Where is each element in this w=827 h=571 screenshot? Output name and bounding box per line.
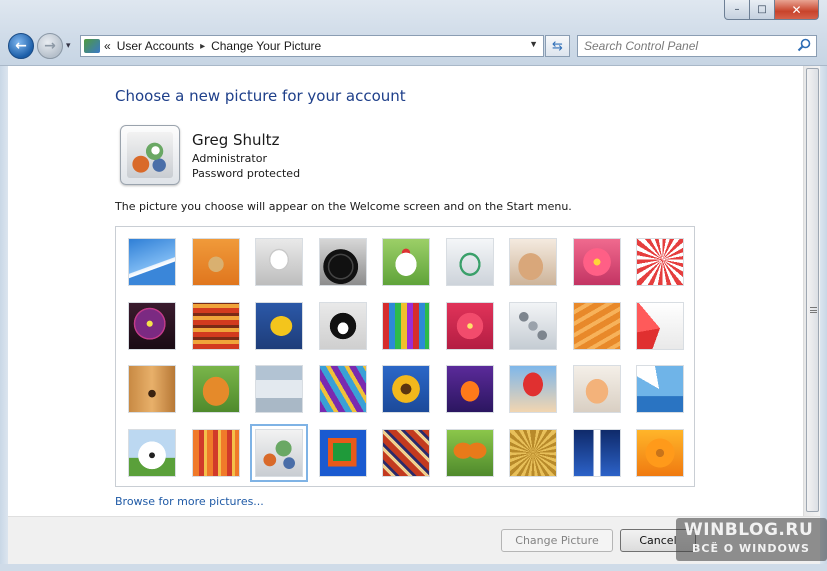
picture-dog[interactable] xyxy=(318,301,367,350)
picture-soccer-ball[interactable] xyxy=(128,428,176,477)
picture-star[interactable] xyxy=(445,301,494,350)
scroll-thumb[interactable] xyxy=(806,68,819,512)
password-status: Password protected xyxy=(192,167,301,180)
maximize-button[interactable]: □ xyxy=(750,0,775,20)
page-title: Choose a new picture for your account xyxy=(115,87,406,105)
picture-jacks[interactable] xyxy=(509,301,557,350)
picture-sailboat[interactable] xyxy=(636,365,684,413)
picture-ball[interactable] xyxy=(128,301,176,350)
scroll-grip-icon xyxy=(810,307,817,313)
picture-crayons[interactable] xyxy=(382,301,430,350)
picture-list[interactable] xyxy=(115,226,695,487)
window-frame-bottom xyxy=(0,564,827,571)
user-role: Administrator xyxy=(192,152,267,165)
vertical-scrollbar[interactable] xyxy=(803,66,820,516)
recent-pages-dropdown[interactable]: ▾ xyxy=(66,41,71,51)
picture-lighthouse[interactable] xyxy=(572,428,621,477)
forward-button[interactable]: → xyxy=(37,33,63,59)
picture-pink-flower[interactable] xyxy=(572,238,621,286)
picture-leaf[interactable] xyxy=(255,301,303,350)
minimize-button[interactable]: – xyxy=(724,0,750,20)
picture-window[interactable] xyxy=(318,428,367,477)
picture-kitten[interactable] xyxy=(509,238,557,286)
picture-grid xyxy=(128,238,688,482)
picture-roller-coaster[interactable] xyxy=(128,238,176,286)
watermark-subtitle: ВСЁ О WINDOWS xyxy=(692,542,810,555)
picture-sunflower[interactable] xyxy=(382,365,430,413)
watermark-logo: WINBLOG.RU ВСЁ О WINDOWS xyxy=(676,518,827,561)
picture-paper-crane[interactable] xyxy=(636,301,684,350)
search-input[interactable]: Search Control Panel xyxy=(577,35,817,57)
current-picture-frame xyxy=(120,125,180,185)
address-dropdown-icon[interactable]: ▼ xyxy=(529,39,538,49)
picture-butterfly[interactable] xyxy=(445,428,494,477)
picture-clownfish[interactable] xyxy=(445,365,494,413)
current-picture xyxy=(127,132,173,178)
picture-stairs[interactable] xyxy=(572,301,621,350)
caption-buttons: – □ ✕ xyxy=(724,0,819,20)
breadcrumb-separator-icon[interactable]: ▸ xyxy=(200,41,205,52)
watermark-title: WINBLOG.RU xyxy=(684,520,814,540)
window-frame-right xyxy=(820,66,827,571)
picture-hot-air-balloon[interactable] xyxy=(509,365,557,413)
picture-description: The picture you choose will appear on th… xyxy=(115,200,572,213)
picture-fabric-stripes[interactable] xyxy=(191,428,240,477)
close-button[interactable]: ✕ xyxy=(775,0,819,20)
window-titlebar: – □ ✕ ← → ▾ « User Accounts ▸ Change You… xyxy=(0,0,827,66)
change-picture-button[interactable]: Change Picture xyxy=(501,529,613,552)
back-button[interactable]: ← xyxy=(8,33,34,59)
picture-ferris-wheel[interactable] xyxy=(636,238,684,286)
picture-guitar[interactable] xyxy=(128,365,176,413)
user-name: Greg Shultz xyxy=(192,131,280,149)
address-overflow-icon[interactable]: « xyxy=(104,39,111,53)
picture-starfish[interactable] xyxy=(191,238,240,286)
search-icon[interactable] xyxy=(797,38,811,52)
picture-gyroscope[interactable] xyxy=(445,238,494,286)
breadcrumb-change-your-picture[interactable]: Change Your Picture xyxy=(211,39,321,53)
picture-weave[interactable] xyxy=(509,428,557,477)
picture-rug[interactable] xyxy=(382,428,430,477)
picture-lucky-cat[interactable] xyxy=(382,238,430,286)
search-placeholder: Search Control Panel xyxy=(584,39,699,53)
content-area: Choose a new picture for your account Gr… xyxy=(8,66,803,516)
picture-sari[interactable] xyxy=(318,365,367,413)
address-bar[interactable]: « User Accounts ▸ Change Your Picture ▼ xyxy=(80,35,544,57)
window-frame-left xyxy=(0,66,8,571)
breadcrumb-user-accounts[interactable]: User Accounts xyxy=(117,39,194,53)
refresh-button[interactable]: ⇆ xyxy=(545,35,570,57)
picture-turntable[interactable] xyxy=(318,238,367,286)
picture-pomeranian[interactable] xyxy=(191,365,240,413)
picture-daisy[interactable] xyxy=(636,428,684,477)
picture-fabric[interactable] xyxy=(191,301,240,350)
picture-tin-robot[interactable] xyxy=(255,365,303,413)
browse-more-pictures-link[interactable]: Browse for more pictures... xyxy=(115,495,264,508)
navigation-buttons: ← → ▾ xyxy=(8,32,71,60)
picture-marbles[interactable] xyxy=(250,423,308,482)
picture-robot-toy[interactable] xyxy=(255,238,303,286)
user-accounts-icon xyxy=(84,39,100,53)
picture-bird-toy[interactable] xyxy=(572,365,621,413)
